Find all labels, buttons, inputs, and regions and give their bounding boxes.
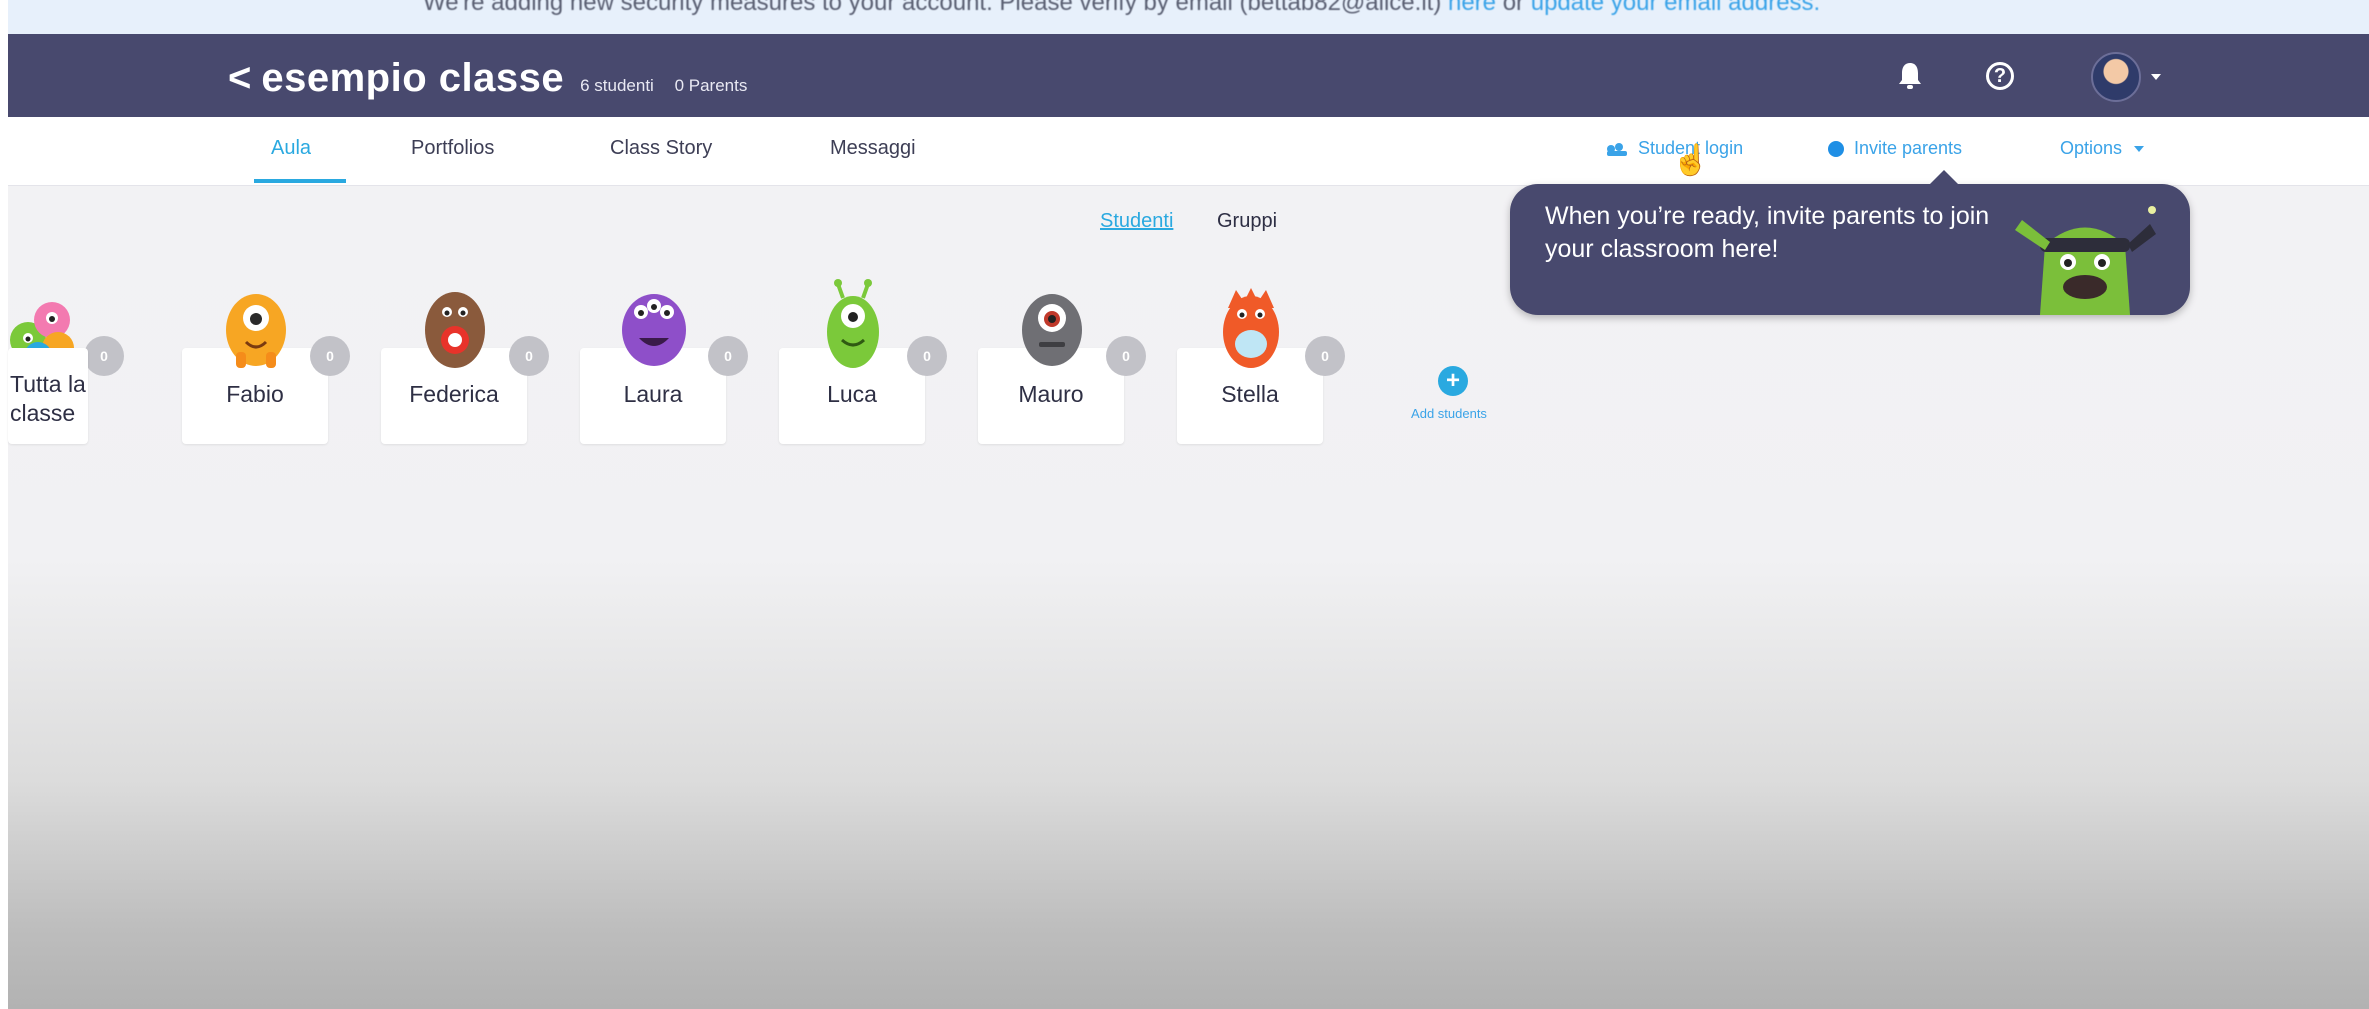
class-meta: 6 studenti 0 Parents [580, 76, 747, 96]
student-name: Laura [623, 381, 683, 407]
banner-message: We're adding new security measures to yo… [423, 0, 1442, 16]
invite-parents-label: Invite parents [1854, 138, 1963, 158]
class-name[interactable]: esempio classe [261, 56, 564, 101]
banner-or: or [1502, 0, 1525, 16]
tab-portfolios[interactable]: Portfolios [411, 137, 494, 160]
points-badge: 0 [907, 336, 947, 376]
chevron-down-icon [2151, 74, 2161, 80]
student-name: Luca [827, 381, 877, 407]
student-name: Fabio [226, 381, 284, 407]
security-banner: We're adding new security measures to yo… [8, 0, 2369, 34]
tab-class-story[interactable]: Class Story [610, 137, 712, 160]
add-students-label: Add students [1411, 406, 1487, 421]
student-name: Mauro [1018, 381, 1084, 407]
frame-edge [0, 0, 8, 1009]
help-glyph: ? [1986, 62, 2014, 90]
student-name: Federica [409, 381, 499, 407]
red-monster-avatar-icon [1223, 288, 1279, 368]
tab-aula[interactable]: Aula [271, 137, 311, 160]
help-icon[interactable]: ? [1980, 56, 2020, 96]
banner-text: We're adding new security measures to yo… [423, 0, 1820, 17]
options-menu[interactable]: Options [2060, 138, 2145, 159]
invite-parents-icon [1828, 140, 1844, 157]
add-plus-icon: + [1438, 366, 1468, 396]
hand-cursor-icon: ☝ [1672, 144, 1710, 177]
back-chevron-icon[interactable]: < [228, 56, 251, 101]
points-badge: 0 [84, 336, 124, 376]
tab-messaggi[interactable]: Messaggi [830, 137, 916, 160]
toggle-gruppi[interactable]: Gruppi [1217, 210, 1277, 233]
active-tab-underline [254, 179, 346, 183]
top-bar: < esempio classe 6 studenti 0 Parents ? [8, 34, 2369, 117]
tooltip-text: When you’re ready, invite parents to joi… [1545, 202, 1990, 263]
bell-icon[interactable] [1890, 56, 1930, 96]
banner-update-email-link[interactable]: update your email address. [1531, 0, 1821, 16]
points-badge: 0 [509, 336, 549, 376]
points-badge: 0 [708, 336, 748, 376]
options-label: Options [2060, 138, 2123, 158]
class-title: < esempio classe 6 studenti 0 Parents [228, 56, 747, 101]
class-subnav: Aula Portfolios Class Story Messaggi Stu… [8, 117, 2369, 186]
student-card: Tutta la classe [8, 348, 88, 444]
students-row: 0 Tutta la classe Fabio 0 Federica 0 Lau… [8, 279, 1538, 450]
toggle-studenti[interactable]: Studenti [1100, 210, 1173, 233]
parents-count: 0 Parents [674, 76, 748, 95]
add-students-button[interactable]: + Add students [1376, 348, 1522, 444]
avatar [2091, 52, 2141, 102]
yellow-monster-avatar-icon [226, 294, 286, 368]
student-login-icon [1607, 142, 1627, 156]
purple-monster-avatar-icon [622, 294, 686, 366]
points-badge: 0 [310, 336, 350, 376]
student-name: Stella [1221, 381, 1279, 407]
chevron-down-icon [2134, 145, 2145, 152]
gray-monster-avatar-icon [1022, 294, 1082, 366]
brown-monster-avatar-icon [425, 292, 485, 368]
green-monster-avatar-icon [827, 279, 879, 368]
points-badge: 0 [1106, 336, 1146, 376]
ninja-monster-icon [2015, 206, 2156, 315]
points-badge: 0 [1305, 336, 1345, 376]
account-menu[interactable] [2091, 52, 2161, 102]
invite-parents-button[interactable]: Invite parents [1828, 138, 1962, 159]
student-name: Tutta la classe [10, 371, 86, 426]
students-count: 6 studenti [580, 76, 654, 95]
invite-parents-tooltip: When you’re ready, invite parents to joi… [1510, 170, 2190, 315]
banner-here-link[interactable]: here [1448, 0, 1496, 16]
